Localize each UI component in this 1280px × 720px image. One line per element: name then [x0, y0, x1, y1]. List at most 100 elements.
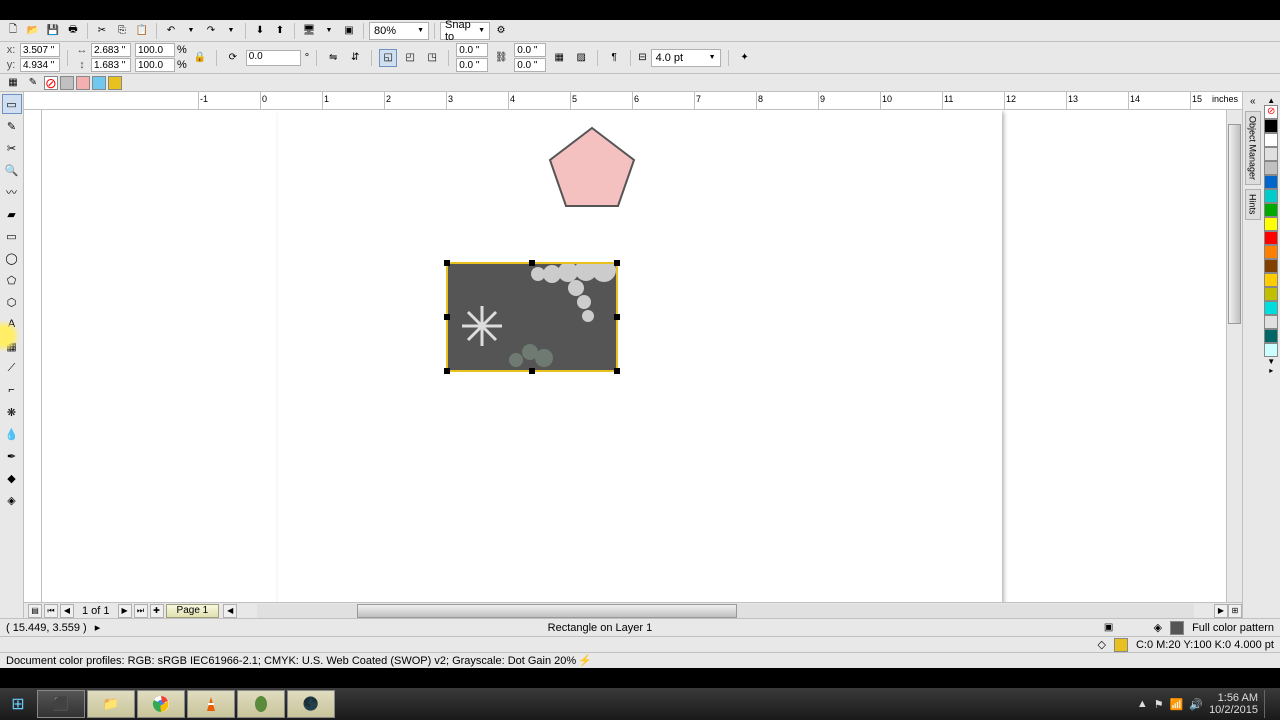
scale-y-input[interactable]: 100.0 [135, 58, 175, 72]
swatch-pink[interactable] [76, 76, 90, 90]
palette-scroll-up[interactable]: ▲ [1262, 96, 1280, 105]
crop-tool[interactable]: ✂ [2, 138, 22, 158]
palette-orange[interactable] [1264, 245, 1278, 259]
width-input[interactable]: 2.683 " [91, 43, 131, 57]
swatch-grey[interactable] [60, 76, 74, 90]
resize-handle-bm[interactable] [529, 368, 535, 374]
taskbar-item-explorer[interactable]: 📁 [87, 690, 135, 718]
open-button[interactable]: 📂 [24, 22, 42, 40]
palette-teal[interactable] [1264, 329, 1278, 343]
no-fill-swatch[interactable]: ⊘ [44, 76, 58, 90]
paste-button[interactable]: 📋 [133, 22, 151, 40]
outline-swatch[interactable] [1114, 638, 1128, 652]
hscroll-right-button[interactable]: ▶ [1214, 604, 1228, 618]
chamfered-corner-button[interactable]: ◳ [423, 49, 441, 67]
tray-icon-network[interactable]: 📶 [1170, 698, 1184, 711]
eyedropper-icon[interactable]: ✎ [24, 74, 42, 92]
doc-options-button[interactable]: ▤ [28, 604, 42, 618]
vertical-ruler[interactable] [24, 110, 42, 602]
edit-corner-button[interactable]: ▨ [572, 49, 590, 67]
palette-ltgrey[interactable] [1264, 315, 1278, 329]
resize-handle-tm[interactable] [529, 260, 535, 266]
swatch-yellow[interactable] [108, 76, 122, 90]
mirror-horizontal-button[interactable]: ⇋ [324, 49, 342, 67]
hscroll-thumb[interactable] [357, 604, 737, 618]
pick-tool[interactable]: ▭ [2, 94, 22, 114]
start-button[interactable]: ⊞ [0, 690, 36, 718]
publish-pdf-button[interactable]: 🖥 [300, 22, 318, 40]
print-button[interactable]: 🖶 [64, 22, 82, 40]
x-position-input[interactable]: 3.507 " [20, 43, 60, 57]
polygon-tool[interactable]: ⬠ [2, 270, 22, 290]
fill-swatch[interactable] [1170, 621, 1184, 635]
corner-link-icon[interactable]: ⛓ [492, 49, 510, 67]
selected-rectangle-object[interactable] [446, 262, 618, 372]
outline-swatch-icon[interactable]: ◇ [1098, 638, 1106, 651]
resize-handle-mr[interactable] [614, 314, 620, 320]
palette-blue[interactable] [1264, 175, 1278, 189]
palette-20white[interactable] [1264, 161, 1278, 175]
redo-button[interactable]: ↷ [202, 22, 220, 40]
ellipse-tool[interactable]: ◯ [2, 248, 22, 268]
fill-tool[interactable]: ◆ [2, 468, 22, 488]
drawing-canvas[interactable] [42, 110, 1242, 602]
scalloped-corner-button[interactable]: ◰ [401, 49, 419, 67]
copy-button[interactable]: ⎘ [113, 22, 131, 40]
hints-tab[interactable]: Hints [1245, 189, 1261, 220]
corner-tl-input[interactable]: 0.0 " [456, 43, 488, 57]
corner-br-input[interactable]: 0.0 " [514, 58, 546, 72]
palette-olive[interactable] [1264, 287, 1278, 301]
palette-flyout[interactable]: ▸ [1262, 366, 1280, 375]
first-page-button[interactable]: ⏮ [44, 604, 58, 618]
navigator-button[interactable]: ⊞ [1228, 604, 1242, 618]
publish-dropdown[interactable]: ▼ [320, 22, 338, 40]
freehand-tool[interactable]: 〰 [2, 182, 22, 202]
interactive-blend-tool[interactable]: ❋ [2, 402, 22, 422]
eyedropper-tool[interactable]: 💧 [2, 424, 22, 444]
palette-gold[interactable] [1264, 273, 1278, 287]
smart-fill-tool[interactable]: ▰ [2, 204, 22, 224]
palette-cyan[interactable] [1264, 189, 1278, 203]
corner-tr-input[interactable]: 0.0 " [514, 43, 546, 57]
palette-scroll-down[interactable]: ▼ [1262, 357, 1280, 366]
height-input[interactable]: 1.683 " [91, 58, 131, 72]
prev-page-button[interactable]: ◀ [60, 604, 74, 618]
shape-tool[interactable]: ✎ [2, 116, 22, 136]
wrap-text-button[interactable]: ¶ [605, 49, 623, 67]
snap-to-combo[interactable]: Snap to ▼ [440, 22, 490, 40]
palette-10white[interactable] [1264, 147, 1278, 161]
resize-handle-tl[interactable] [444, 260, 450, 266]
basic-shapes-tool[interactable]: ⬡ [2, 292, 22, 312]
palette-black[interactable] [1264, 119, 1278, 133]
rotation-input[interactable]: 0.0 [246, 50, 301, 66]
scale-x-input[interactable]: 100.0 [135, 43, 175, 57]
pentagon-object[interactable] [544, 124, 640, 210]
resize-handle-br[interactable] [614, 368, 620, 374]
undo-dropdown[interactable]: ▼ [182, 22, 200, 40]
collapse-dockers-button[interactable]: « [1250, 96, 1256, 107]
horizontal-ruler[interactable]: inches -10123456789101112131415 [24, 92, 1242, 110]
palette-brown[interactable] [1264, 259, 1278, 273]
rectangle-tool[interactable]: ▭ [2, 226, 22, 246]
taskbar-item-3d[interactable]: ⬛ [37, 690, 85, 718]
palette-red[interactable] [1264, 231, 1278, 245]
resize-handle-ml[interactable] [444, 314, 450, 320]
interactive-fill-tool[interactable]: ◈ [2, 490, 22, 510]
cut-button[interactable]: ✂ [93, 22, 111, 40]
app-launcher-button[interactable]: ▣ [340, 22, 358, 40]
palette-iceblue[interactable] [1264, 343, 1278, 357]
object-manager-tab[interactable]: Object Manager [1245, 111, 1261, 185]
taskbar-clock[interactable]: 1:56 AM 10/2/2015 [1209, 692, 1258, 716]
corner-bl-input[interactable]: 0.0 " [456, 58, 488, 72]
zoom-level-combo[interactable]: 80% ▼ [369, 22, 429, 40]
outline-width-combo[interactable]: 4.0 pt ▼ [651, 49, 721, 67]
fill-swatch-icon[interactable]: ◈ [1154, 621, 1162, 634]
palette-white[interactable] [1264, 133, 1278, 147]
options-button[interactable]: ⚙ [492, 22, 510, 40]
lock-ratio-button[interactable]: 🔒 [191, 49, 209, 67]
windows-taskbar[interactable]: ⊞ ⬛ 📁 🌑 ▲ ⚑ 📶 🔊 1:56 AM 10/2/2015 [0, 688, 1280, 720]
horizontal-scrollbar[interactable] [257, 604, 1194, 618]
save-button[interactable]: 💾 [44, 22, 62, 40]
last-page-button[interactable]: ⏭ [134, 604, 148, 618]
round-corner-button[interactable]: ◱ [379, 49, 397, 67]
